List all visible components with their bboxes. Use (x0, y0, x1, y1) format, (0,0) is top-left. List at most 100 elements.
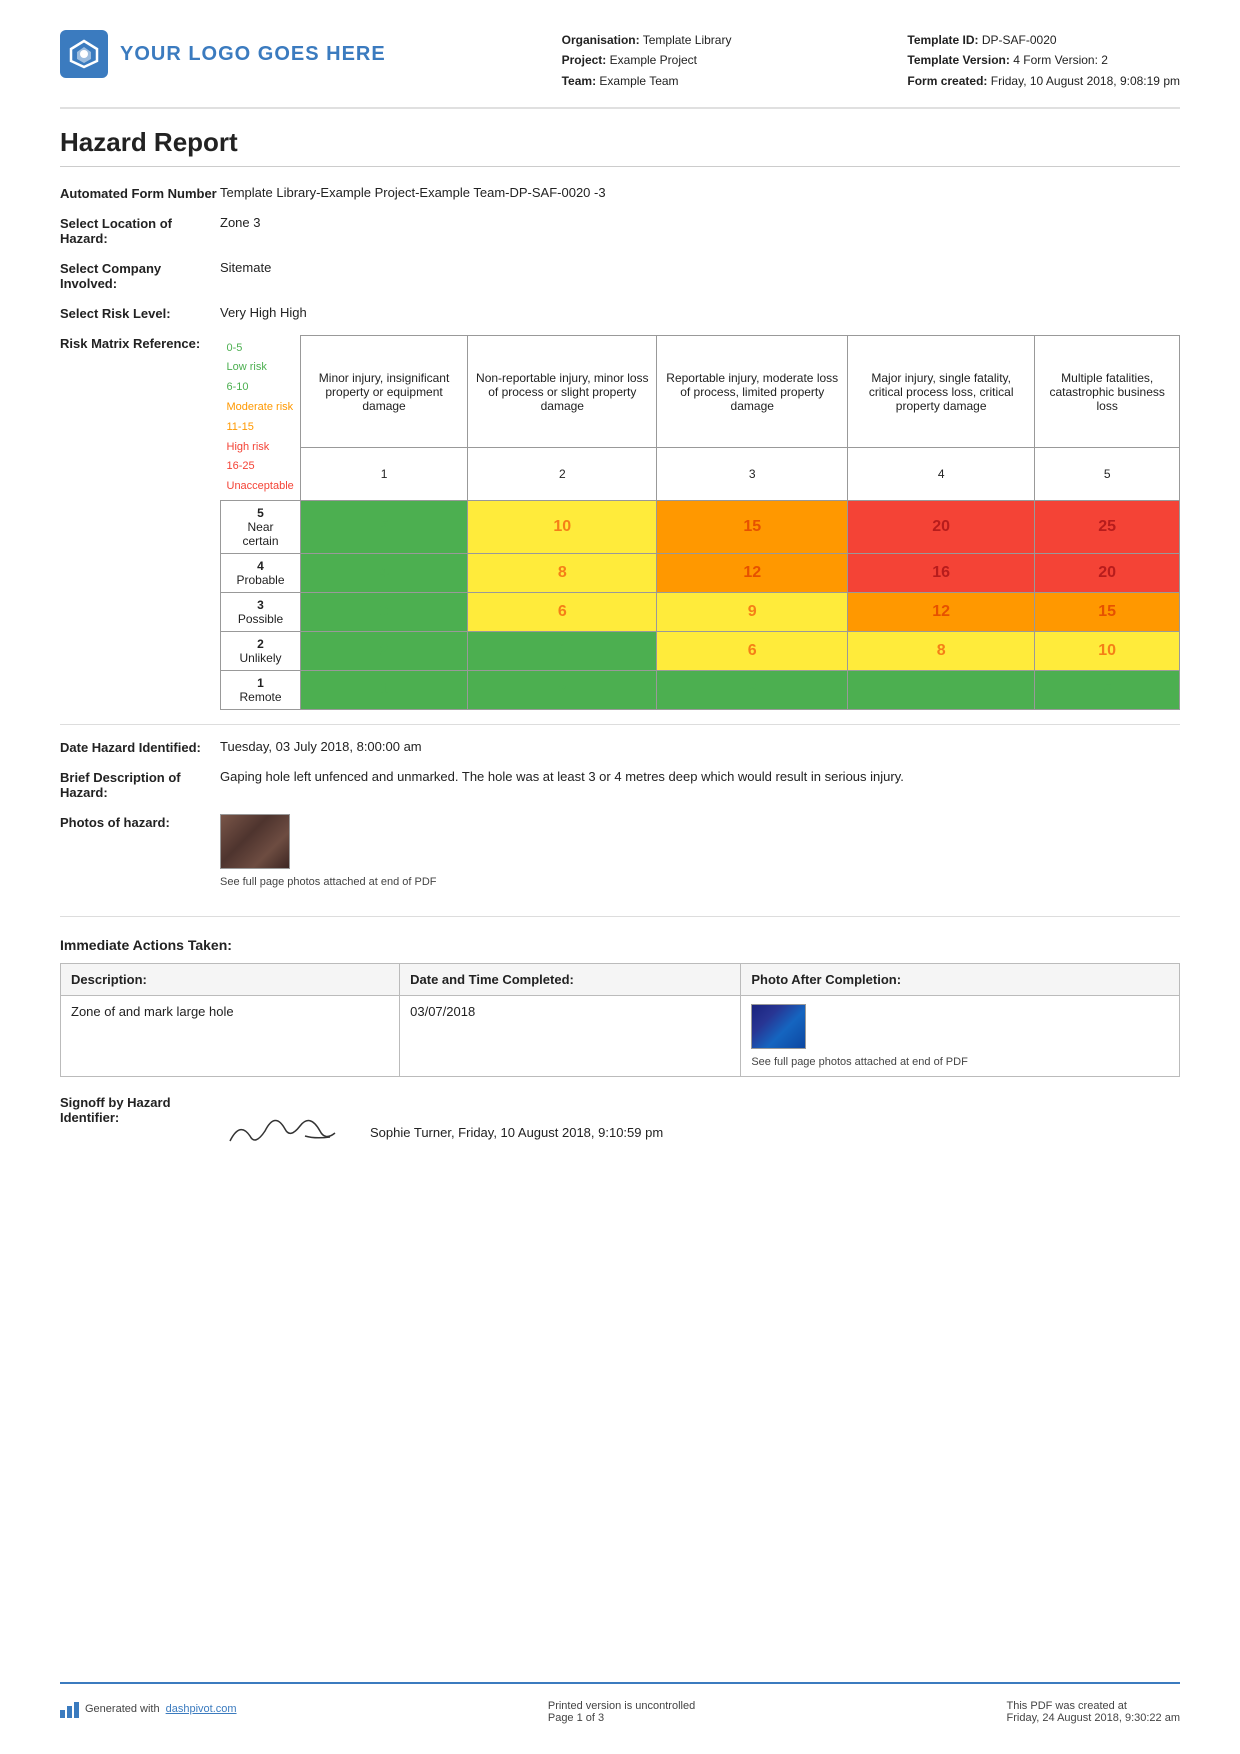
signoff-person: Sophie Turner, Friday, 10 August 2018, 9… (370, 1095, 663, 1140)
matrix-cell-r1-c3: 16 (847, 554, 1034, 593)
photo-thumb (220, 814, 290, 869)
signature-svg (220, 1091, 340, 1151)
actions-date-1: 03/07/2018 (400, 996, 741, 1077)
form-number-label: Automated Form Number (60, 185, 220, 201)
form-number-row: Automated Form Number Template Library-E… (60, 185, 1180, 201)
form-version-label: Form Version: (1023, 53, 1098, 67)
matrix-cell-r0-c3: 20 (847, 501, 1034, 554)
matrix-cell-r4-c4: 5 (1035, 671, 1180, 710)
date-label: Date Hazard Identified: (60, 739, 220, 755)
risk-level-row: Select Risk Level: Very High High (60, 305, 1180, 321)
risk-level-value: Very High High (220, 305, 1180, 321)
row-label-1: 4Probable (221, 554, 301, 593)
col-header-3: Reportable injury, moderate loss of proc… (657, 336, 848, 448)
footer-brand: Generated with dashpivot.com (60, 1700, 237, 1718)
matrix-cell-r2-c0: 3 (301, 593, 468, 632)
legend-low: 0-5Low risk6-10 (227, 339, 295, 398)
matrix-cell-r1-c1: 8 (468, 554, 657, 593)
template-version-value: 4 (1013, 53, 1020, 67)
matrix-cell-r2-c3: 12 (847, 593, 1034, 632)
template-id-value: DP-SAF-0020 (982, 33, 1057, 47)
matrix-cell-r0-c1: 10 (468, 501, 657, 554)
risk-matrix-table: 0-5Low risk6-10 Moderate risk11-15 High … (220, 335, 1180, 710)
logo-svg (69, 39, 99, 69)
matrix-cell-r1-c2: 12 (657, 554, 848, 593)
company-row: Select Company Involved: Sitemate (60, 260, 1180, 291)
footer-created-text: This PDF was created at (1007, 1700, 1180, 1712)
team-label: Team: (562, 74, 596, 88)
col-num-5: 5 (1035, 448, 1180, 501)
photos-label: Photos of hazard: (60, 814, 220, 888)
row-label-4: 1Remote (221, 671, 301, 710)
header-right: Template ID: DP-SAF-0020 Template Versio… (907, 30, 1180, 91)
dashpivot-icon (60, 1700, 79, 1718)
photo-thumbnail (220, 814, 1180, 872)
form-number-value: Template Library-Example Project-Example… (220, 185, 1180, 201)
matrix-cell-r4-c3: 4 (847, 671, 1034, 710)
immediate-actions-title: Immediate Actions Taken: (60, 937, 1180, 953)
form-version-value: 2 (1101, 53, 1108, 67)
actions-description-1: Zone of and mark large hole (61, 996, 400, 1077)
risk-level-label: Select Risk Level: (60, 305, 220, 321)
matrix-cell-r0-c4: 25 (1035, 501, 1180, 554)
date-row: Date Hazard Identified: Tuesday, 03 July… (60, 739, 1180, 755)
risk-matrix-row: Risk Matrix Reference: 0-5Low risk6-10 M… (60, 335, 1180, 710)
actions-row-1: Zone of and mark large hole 03/07/2018 S… (61, 996, 1180, 1077)
col-num-4: 4 (847, 448, 1034, 501)
description-value: Gaping hole left unfenced and unmarked. … (220, 769, 1180, 800)
description-row: Brief Description of Hazard: Gaping hole… (60, 769, 1180, 800)
footer-uncontrolled-text: Printed version is uncontrolled (548, 1700, 695, 1712)
risk-matrix-table-container: 0-5Low risk6-10 Moderate risk11-15 High … (220, 335, 1180, 710)
matrix-cell-r4-c0: 1 (301, 671, 468, 710)
col-header-4: Major injury, single fatality, critical … (847, 336, 1034, 448)
logo-text: YOUR LOGO GOES HERE (120, 43, 386, 66)
report-title: Hazard Report (60, 127, 1180, 167)
col-header-5: Multiple fatalities, catastrophic busine… (1035, 336, 1180, 448)
company-value: Sitemate (220, 260, 1180, 291)
col-header-2: Non-reportable injury, minor loss of pro… (468, 336, 657, 448)
header: YOUR LOGO GOES HERE Organisation: Templa… (60, 30, 1180, 109)
matrix-cell-r1-c0: 4 (301, 554, 468, 593)
legend-high: High risk16-25Unacceptable (227, 438, 295, 497)
footer: Generated with dashpivot.com Printed ver… (60, 1682, 1180, 1724)
row-label-3: 2Unlikely (221, 632, 301, 671)
footer-generated-text: Generated with (85, 1703, 160, 1715)
divider-2 (60, 916, 1180, 917)
actions-photo-1: See full page photos attached at end of … (741, 996, 1180, 1077)
footer-brand-link[interactable]: dashpivot.com (166, 1703, 237, 1715)
footer-uncontrolled: Printed version is uncontrolled Page 1 o… (548, 1700, 695, 1724)
matrix-cell-r3-c4: 10 (1035, 632, 1180, 671)
matrix-cell-r0-c0: 5 (301, 501, 468, 554)
description-label: Brief Description of Hazard: (60, 769, 220, 800)
matrix-cell-r3-c3: 8 (847, 632, 1034, 671)
actions-col-photo: Photo After Completion: (741, 964, 1180, 996)
matrix-cell-r0-c2: 15 (657, 501, 848, 554)
row-label-2: 3Possible (221, 593, 301, 632)
signoff-row: Signoff by Hazard Identifier: Sophie Tur… (60, 1095, 1180, 1155)
org-value: Template Library (643, 33, 732, 47)
matrix-cell-r1-c4: 20 (1035, 554, 1180, 593)
matrix-cell-r3-c0: 2 (301, 632, 468, 671)
matrix-cell-r3-c1: 4 (468, 632, 657, 671)
matrix-cell-r3-c2: 6 (657, 632, 848, 671)
col-num-1: 1 (301, 448, 468, 501)
actions-col-date: Date and Time Completed: (400, 964, 741, 996)
location-row: Select Location of Hazard: Zone 3 (60, 215, 1180, 246)
form-created-label: Form created: (907, 74, 987, 88)
matrix-cell-r4-c1: 2 (468, 671, 657, 710)
actions-col-description: Description: (61, 964, 400, 996)
row-label-0: 5Near certain (221, 501, 301, 554)
date-value: Tuesday, 03 July 2018, 8:00:00 am (220, 739, 1180, 755)
signature-area (220, 1095, 340, 1155)
header-org: Organisation: Template Library Project: … (562, 30, 732, 91)
org-label: Organisation: (562, 33, 640, 47)
col-header-1: Minor injury, insignificant property or … (301, 336, 468, 448)
template-id-label: Template ID: (907, 33, 978, 47)
legend-moderate: Moderate risk11-15 (227, 398, 295, 438)
team-value: Example Team (599, 74, 678, 88)
bar-1 (60, 1710, 65, 1718)
page: YOUR LOGO GOES HERE Organisation: Templa… (0, 0, 1240, 1754)
actions-table: Description: Date and Time Completed: Ph… (60, 963, 1180, 1077)
risk-legend: 0-5Low risk6-10 Moderate risk11-15 High … (227, 339, 295, 497)
photos-row: Photos of hazard: See full page photos a… (60, 814, 1180, 888)
